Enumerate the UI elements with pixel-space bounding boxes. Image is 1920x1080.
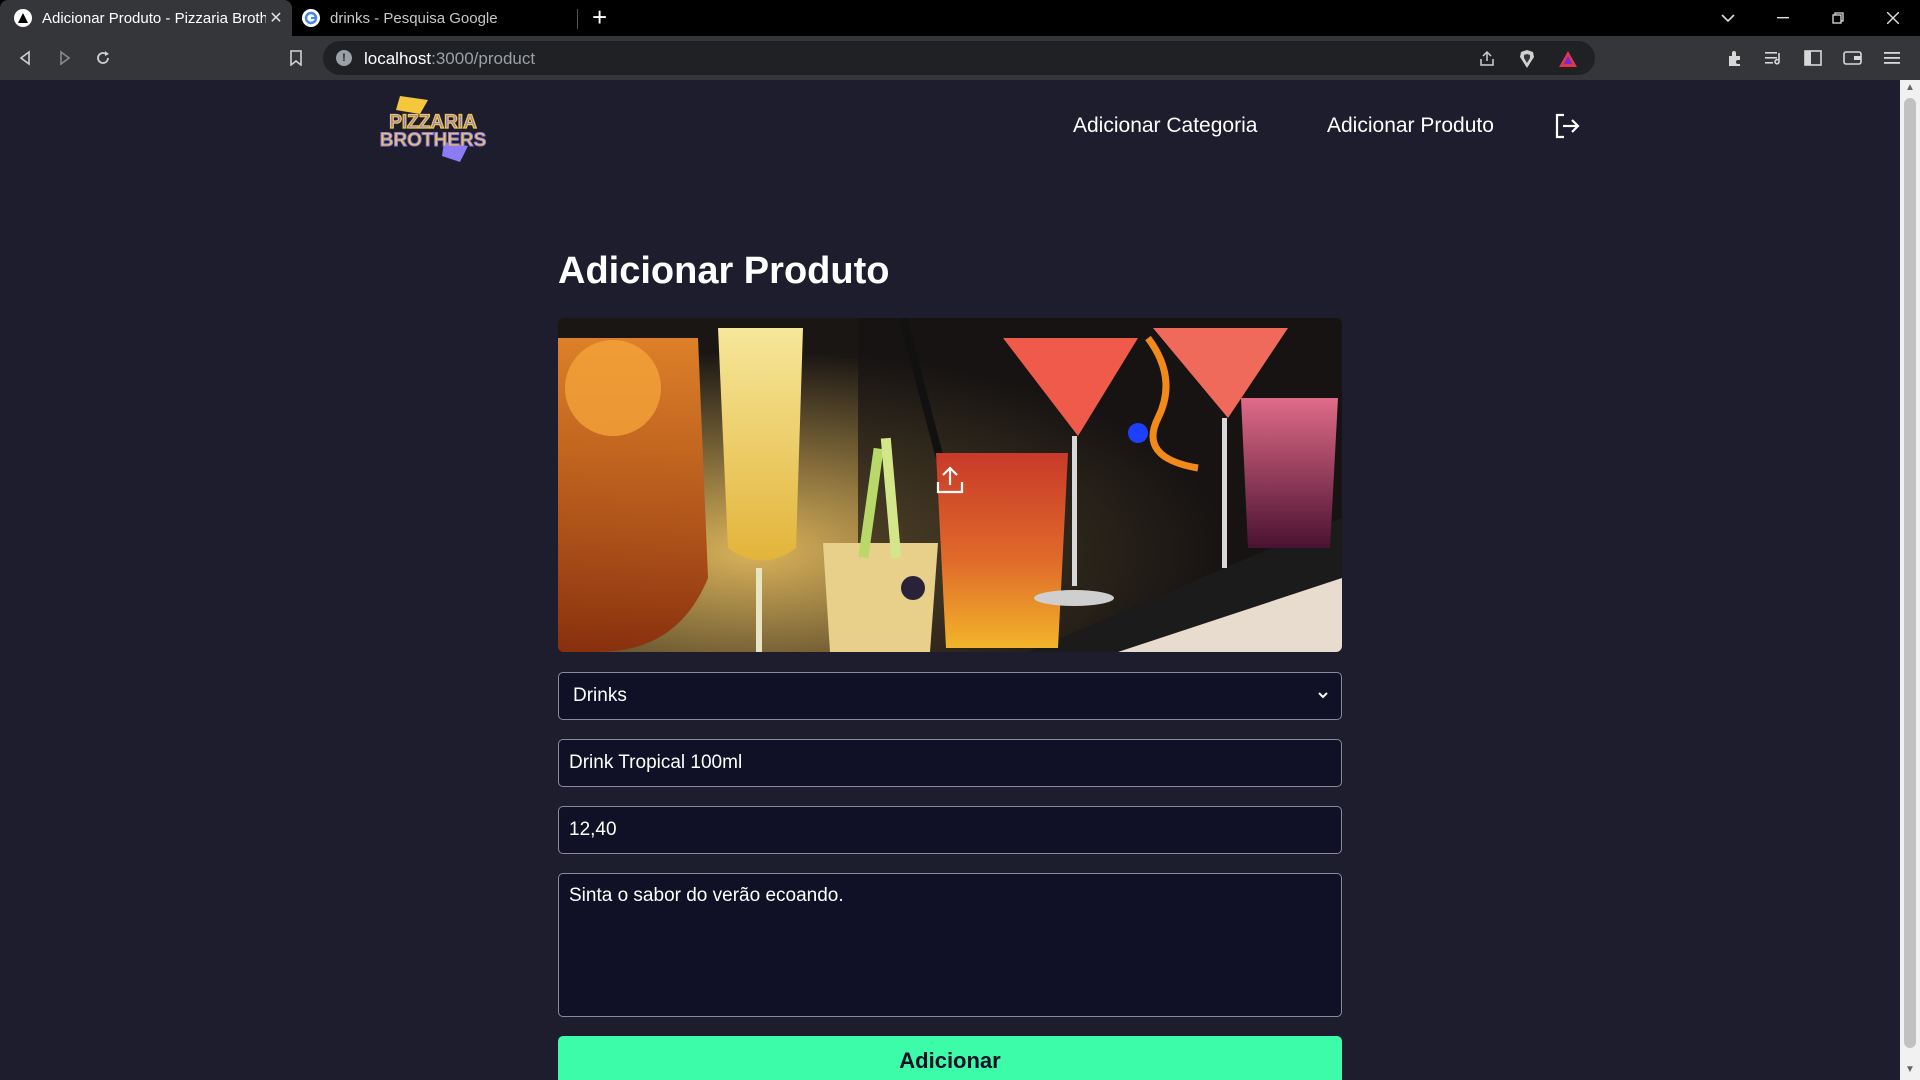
product-name-value: Drink Tropical 100ml bbox=[569, 752, 743, 773]
pizzaria-brothers-logo[interactable]: PIZZARIA BROTHERS bbox=[372, 92, 494, 164]
minimize-icon[interactable] bbox=[1760, 0, 1806, 36]
brave-shields-icon[interactable] bbox=[1515, 49, 1539, 69]
restore-icon[interactable] bbox=[1815, 0, 1861, 36]
logout-icon[interactable] bbox=[1552, 111, 1582, 141]
logo-line2: BROTHERS bbox=[380, 130, 487, 151]
tab-title: Adicionar Produto - Pizzaria Broth bbox=[42, 9, 266, 27]
browser-tab-bar: Adicionar Produto - Pizzaria Broth ✕ dri… bbox=[0, 0, 1920, 36]
new-tab-icon[interactable]: + bbox=[592, 2, 607, 33]
nav-add-category-link[interactable]: Adicionar Categoria bbox=[1073, 114, 1257, 138]
page-scrollbar[interactable]: ▲ ▼ bbox=[1900, 80, 1920, 1080]
close-window-icon[interactable] bbox=[1870, 0, 1916, 36]
sidebar-icon[interactable] bbox=[1801, 47, 1825, 69]
url-host: localhost bbox=[364, 49, 432, 68]
back-icon[interactable] bbox=[12, 44, 40, 72]
nav-add-product-link[interactable]: Adicionar Produto bbox=[1327, 114, 1494, 138]
wallet-icon[interactable] bbox=[1841, 47, 1865, 69]
tab-title: drinks - Pesquisa Google bbox=[330, 9, 498, 27]
add-product-button[interactable]: Adicionar bbox=[558, 1036, 1342, 1080]
address-bar[interactable]: ! localhost:3000/product bbox=[323, 41, 1595, 75]
url-text[interactable]: localhost:3000/product bbox=[364, 49, 535, 69]
google-favicon-icon bbox=[302, 9, 320, 27]
browser-toolbar: ! localhost:3000/product bbox=[0, 36, 1920, 80]
page-content: PIZZARIA BROTHERS Adicionar Categoria Ad… bbox=[0, 80, 1900, 1080]
menu-icon[interactable] bbox=[1880, 47, 1904, 69]
close-tab-icon[interactable]: ✕ bbox=[266, 8, 286, 28]
category-selected-value: Drinks bbox=[573, 685, 627, 706]
product-description-value: Sinta o sabor do verão ecoando. bbox=[569, 885, 844, 906]
url-path: :3000/product bbox=[431, 49, 536, 68]
reload-icon[interactable] bbox=[89, 44, 117, 72]
tab-active[interactable]: Adicionar Produto - Pizzaria Broth ✕ bbox=[0, 0, 292, 36]
tab-search-chevron-icon[interactable] bbox=[1705, 0, 1751, 36]
category-select[interactable]: Drinks bbox=[558, 672, 1342, 720]
scroll-up-icon[interactable]: ▲ bbox=[1904, 82, 1916, 94]
extensions-icon[interactable] bbox=[1723, 47, 1747, 69]
bookmark-icon[interactable] bbox=[282, 44, 310, 72]
product-description-textarea[interactable]: Sinta o sabor do verão ecoando. bbox=[558, 873, 1342, 1017]
forward-icon[interactable] bbox=[50, 44, 78, 72]
scrollbar-thumb[interactable] bbox=[1904, 98, 1916, 1048]
app-favicon-icon bbox=[14, 9, 32, 27]
upload-icon[interactable] bbox=[934, 464, 966, 496]
site-header: PIZZARIA BROTHERS Adicionar Categoria Ad… bbox=[0, 80, 1900, 170]
tab-inactive[interactable]: drinks - Pesquisa Google bbox=[296, 0, 578, 36]
site-info-icon[interactable]: ! bbox=[336, 50, 352, 66]
brave-rewards-icon[interactable] bbox=[1556, 49, 1580, 69]
product-price-input[interactable]: 12,40 bbox=[558, 806, 1342, 854]
product-image-upload[interactable] bbox=[558, 318, 1342, 652]
product-name-input[interactable]: Drink Tropical 100ml bbox=[558, 739, 1342, 787]
page-title: Adicionar Produto bbox=[558, 250, 890, 292]
chevron-down-icon bbox=[1315, 687, 1331, 703]
tab-separator bbox=[577, 9, 578, 29]
media-queue-icon[interactable] bbox=[1762, 47, 1786, 69]
share-icon[interactable] bbox=[1475, 49, 1499, 69]
product-price-value: 12,40 bbox=[569, 819, 617, 840]
scroll-down-icon[interactable]: ▼ bbox=[1904, 1064, 1916, 1076]
